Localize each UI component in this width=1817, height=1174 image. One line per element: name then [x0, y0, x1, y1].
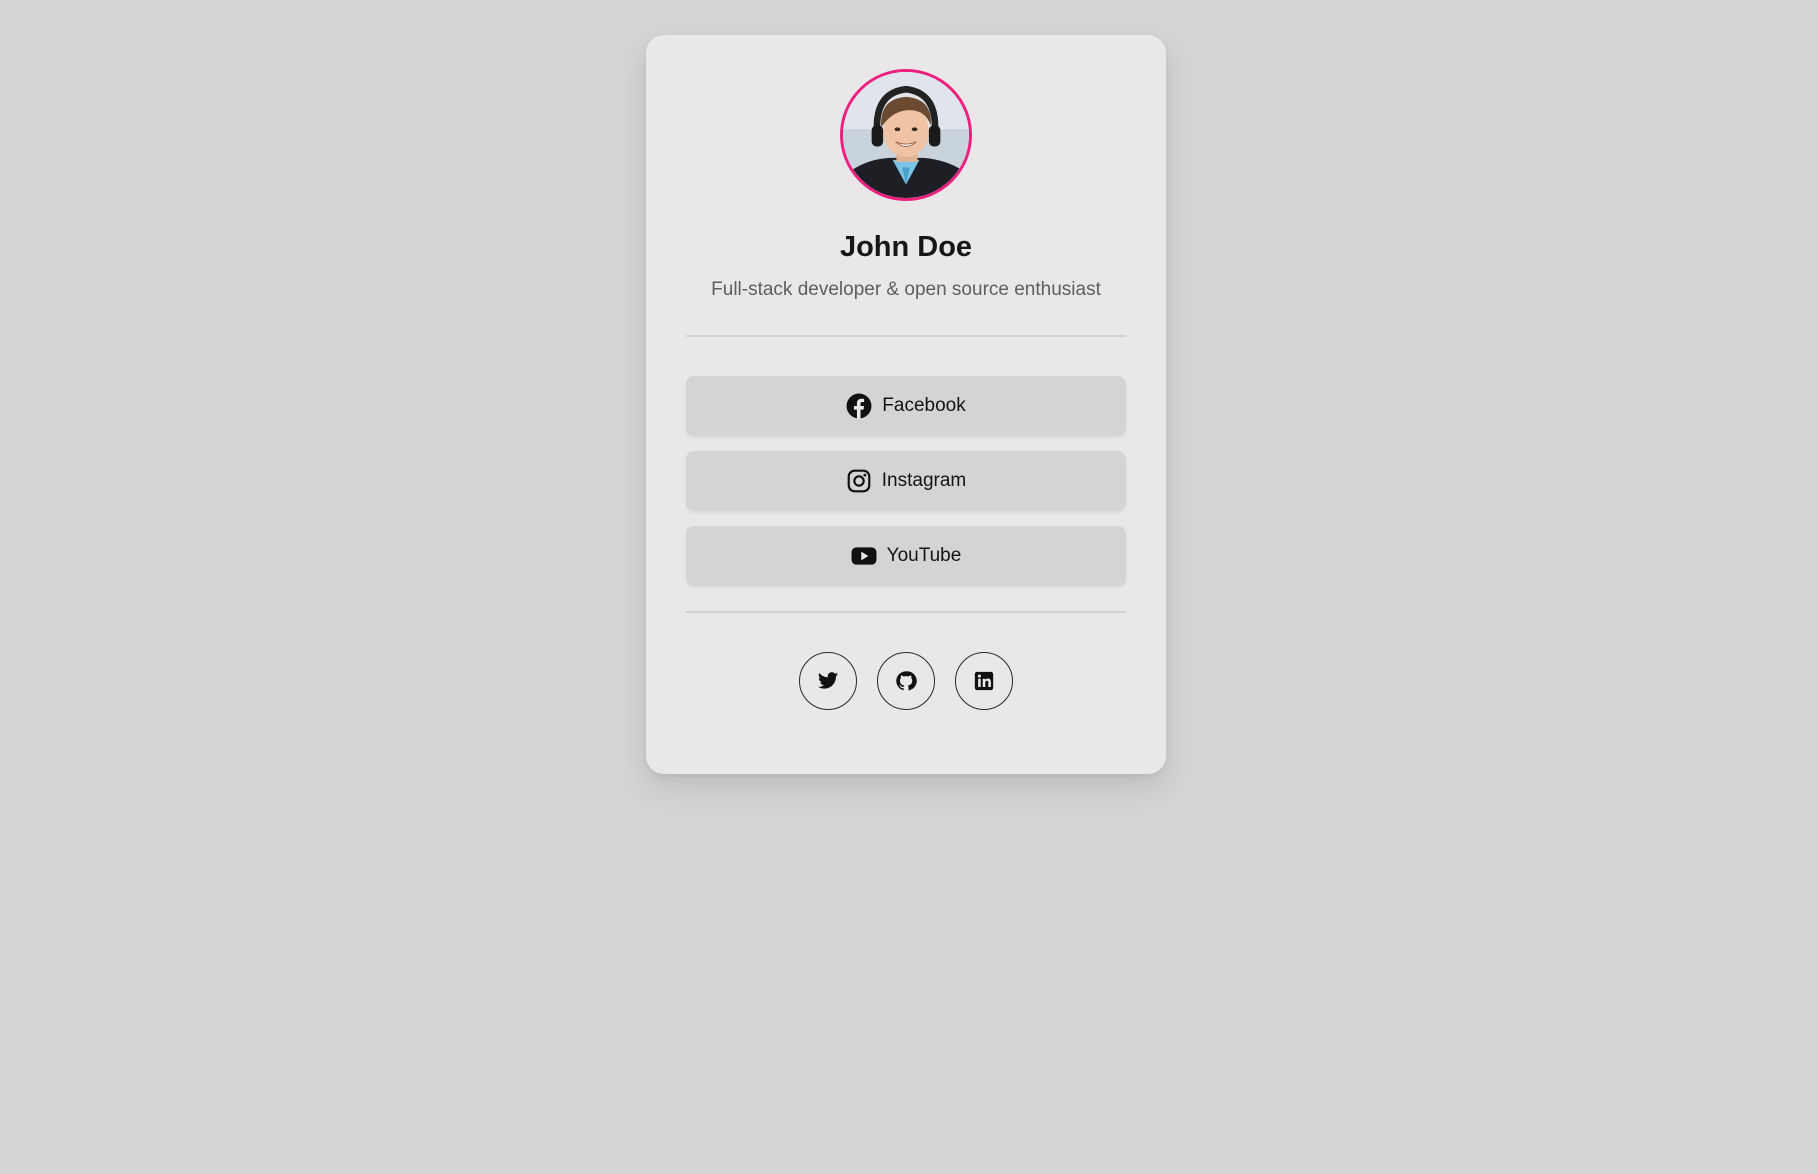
profile-name: John Doe [839, 231, 973, 263]
social-icons [686, 652, 1126, 710]
profile-bio: Full-stack developer & open source enthu… [711, 279, 1101, 300]
facebook-icon [846, 393, 872, 419]
link-list: Facebook Instagram YouTube [686, 376, 1126, 586]
instagram-link-button[interactable]: Instagram [686, 451, 1126, 511]
facebook-link-label: Facebook [882, 395, 966, 416]
divider [686, 611, 1126, 613]
linkedin-icon [974, 671, 994, 691]
avatar [840, 69, 972, 201]
instagram-icon [846, 468, 872, 494]
youtube-icon [851, 543, 877, 569]
twitter-icon [817, 672, 839, 689]
avatar-photo [843, 72, 969, 198]
linkedin-button[interactable] [955, 652, 1013, 710]
youtube-link-button[interactable]: YouTube [686, 526, 1126, 586]
instagram-link-label: Instagram [881, 470, 967, 491]
profile-card: John Doe Full-stack developer & open sou… [646, 35, 1166, 774]
youtube-link-label: YouTube [886, 545, 962, 566]
facebook-link-button[interactable]: Facebook [686, 376, 1126, 436]
divider [686, 335, 1126, 337]
github-button[interactable] [877, 652, 935, 710]
twitter-button[interactable] [799, 652, 857, 710]
github-icon [896, 671, 917, 691]
